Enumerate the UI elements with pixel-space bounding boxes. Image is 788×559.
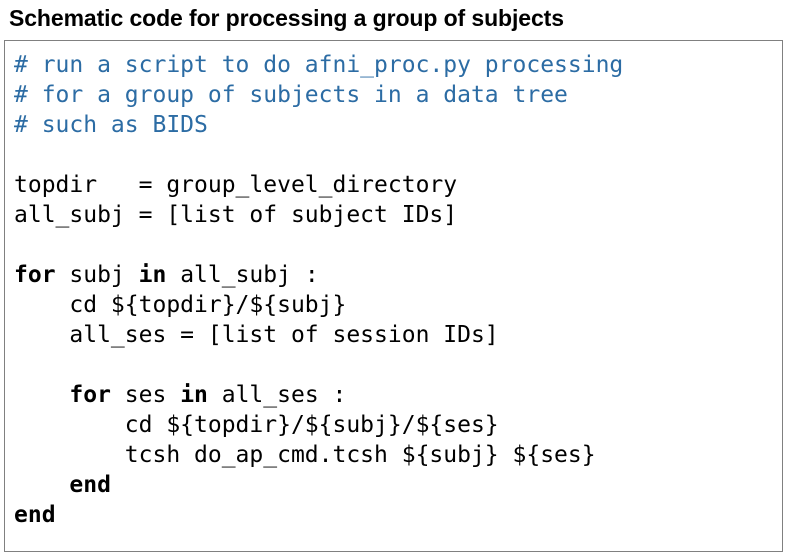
code-keyword: in xyxy=(180,382,208,408)
code-text: all_ses = [list of session IDs] xyxy=(14,322,499,348)
code-text: all_subj : xyxy=(166,262,319,288)
slide-root: Schematic code for processing a group of… xyxy=(0,0,788,559)
code-comment: # run a script to do afni_proc.py proces… xyxy=(14,52,624,78)
code-line: topdir = group_level_directory xyxy=(14,170,782,200)
page-title: Schematic code for processing a group of… xyxy=(9,5,564,31)
code-block-panel: # run a script to do afni_proc.py proces… xyxy=(4,40,783,552)
code-keyword: end xyxy=(69,472,111,498)
code-text: ses xyxy=(110,382,181,408)
code-line: cd ${topdir}/${subj}/${ses} xyxy=(14,410,782,440)
code-line: # for a group of subjects in a data tree xyxy=(14,80,782,110)
code-comment: # for a group of subjects in a data tree xyxy=(14,82,568,108)
code-line: end xyxy=(14,500,782,530)
code-listing: # run a script to do afni_proc.py proces… xyxy=(14,50,782,530)
code-line: all_subj = [list of subject IDs] xyxy=(14,200,782,230)
code-text: topdir = group_level_directory xyxy=(14,172,458,198)
code-line: end xyxy=(14,470,782,500)
code-line: # run a script to do afni_proc.py proces… xyxy=(14,50,782,80)
code-keyword: end xyxy=(14,502,56,528)
code-text: subj xyxy=(55,262,139,288)
code-comment: # such as BIDS xyxy=(14,112,208,138)
code-keyword: in xyxy=(138,262,167,288)
code-line: for subj in all_subj : xyxy=(14,260,782,290)
code-keyword: for xyxy=(14,262,56,288)
code-text: tcsh do_ap_cmd.tcsh ${subj} ${ses} xyxy=(14,442,596,468)
code-keyword: for xyxy=(69,382,111,408)
code-text: cd ${topdir}/${subj}/${ses} xyxy=(14,412,499,438)
code-line: all_ses = [list of session IDs] xyxy=(14,320,782,350)
code-line: cd ${topdir}/${subj} xyxy=(14,290,782,320)
code-text: all_ses : xyxy=(207,382,347,408)
code-line: tcsh do_ap_cmd.tcsh ${subj} ${ses} xyxy=(14,440,782,470)
code-text: all_subj = [list of subject IDs] xyxy=(14,202,458,228)
code-text: cd ${topdir}/${subj} xyxy=(14,292,347,318)
code-line: # such as BIDS xyxy=(14,110,782,140)
code-line: for ses in all_ses : xyxy=(14,380,782,410)
